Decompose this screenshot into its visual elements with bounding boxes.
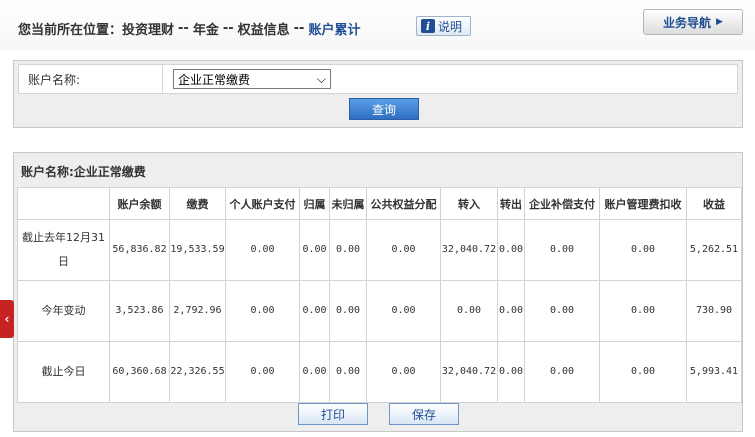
table-cell: 0.00: [366, 341, 441, 403]
column-header: 企业补偿支付: [524, 187, 600, 220]
breadcrumb-item-invest[interactable]: 投资理财: [122, 19, 174, 38]
business-nav-label: 业务导航: [663, 15, 712, 30]
column-header: 归属: [299, 187, 330, 220]
column-header: 账户管理费扣收: [599, 187, 687, 220]
account-label: 账户名称:: [19, 65, 163, 93]
table-cell: 0.00: [599, 219, 687, 281]
top-bar: 您当前所在位置： 投资理财 -- 年金 -- 权益信息 -- 账户累计 i 说明…: [0, 0, 755, 50]
account-select-value: 企业正常缴费: [178, 72, 251, 87]
table-cell: 0.00: [329, 341, 367, 403]
table-cell: 0.00: [299, 280, 330, 342]
table-cell: 0.00: [524, 219, 600, 281]
column-header: 账户余额: [109, 187, 170, 220]
column-header: [17, 187, 110, 220]
result-panel: 账户名称:企业正常缴费 账户余额 缴费 个人账户支付 归属 未归属 公共权益分配…: [13, 152, 743, 432]
column-header: 转入: [440, 187, 498, 220]
table-cell: 0.00: [497, 341, 525, 403]
action-bar: 打印 保存: [14, 403, 742, 427]
row-label: 截止去年12月31日: [17, 219, 110, 281]
table-cell: 32,040.72: [440, 219, 498, 281]
table-cell: 0.00: [524, 341, 600, 403]
table-cell: 0.00: [299, 219, 330, 281]
row-label: 截止今日: [17, 341, 110, 403]
table-cell: 5,262.51: [686, 219, 742, 281]
print-button[interactable]: 打印: [298, 403, 368, 425]
breadcrumb-separator: --: [222, 20, 234, 36]
row-label: 今年变动: [17, 280, 110, 342]
query-form-panel: 账户名称: 企业正常缴费 ⌵ 查询: [13, 60, 743, 128]
table-header-row: 账户余额 缴费 个人账户支付 归属 未归属 公共权益分配 转入 转出 企业补偿支…: [17, 187, 742, 220]
breadcrumb-separator: --: [178, 20, 189, 36]
table-cell: 730.90: [686, 280, 742, 342]
table-cell: 0.00: [329, 280, 367, 342]
side-collapse-tab[interactable]: ‹: [0, 300, 14, 338]
table-cell: 2,792.96: [169, 280, 226, 342]
table-row: 今年变动 3,523.86 2,792.96 0.00 0.00 0.00 0.…: [17, 280, 742, 342]
table-cell: 0.00: [366, 219, 441, 281]
table-cell: 19,533.59: [169, 219, 226, 281]
result-title: 账户名称:企业正常缴费: [21, 165, 146, 179]
caret-right-icon: ▶: [716, 17, 723, 27]
table-cell: 32,040.72: [440, 341, 498, 403]
breadcrumb-item-current: 账户累计: [308, 22, 361, 38]
table-cell: 0.00: [225, 219, 300, 281]
info-icon: i: [421, 19, 435, 33]
breadcrumb-item-annuity[interactable]: 年金: [193, 19, 219, 38]
table-cell: 3,523.86: [109, 280, 170, 342]
column-header: 个人账户支付: [225, 187, 300, 220]
table-cell: 60,360.68: [109, 341, 170, 403]
table-cell: 0.00: [599, 280, 687, 342]
column-header: 未归属: [329, 187, 367, 220]
breadcrumb-item-equity[interactable]: 权益信息: [238, 19, 290, 38]
column-header: 缴费: [169, 187, 226, 220]
table-cell: 0.00: [497, 219, 525, 281]
help-label: 说明: [438, 19, 463, 34]
table-row: 截止今日 60,360.68 22,326.55 0.00 0.00 0.00 …: [17, 341, 742, 403]
table-row: 截止去年12月31日 56,836.82 19,533.59 0.00 0.00…: [17, 219, 742, 281]
table-cell: 0.00: [225, 280, 300, 342]
table-cell: 5,993.41: [686, 341, 742, 403]
table-cell: 0.00: [440, 280, 498, 342]
chevron-left-icon: ‹: [4, 312, 10, 326]
table-cell: 0.00: [225, 341, 300, 403]
save-button[interactable]: 保存: [389, 403, 459, 425]
breadcrumb-separator: --: [293, 20, 305, 36]
column-header: 公共权益分配: [366, 187, 441, 220]
table-cell: 56,836.82: [109, 219, 170, 281]
table-cell: 0.00: [497, 280, 525, 342]
column-header: 收益: [686, 187, 742, 220]
table-cell: 0.00: [366, 280, 441, 342]
table-cell: 0.00: [329, 219, 367, 281]
breadcrumb: 您当前所在位置： 投资理财 -- 年金 -- 权益信息 -- 账户累计: [18, 19, 361, 38]
chevron-down-icon: ⌵: [316, 71, 326, 86]
business-nav-button[interactable]: 业务导航 ▶: [643, 9, 743, 35]
table-cell: 0.00: [299, 341, 330, 403]
breadcrumb-prefix: 您当前所在位置：: [18, 22, 123, 38]
table-cell: 22,326.55: [169, 341, 226, 403]
account-row: 账户名称: 企业正常缴费 ⌵: [18, 64, 738, 94]
help-button[interactable]: i 说明: [416, 16, 471, 36]
table-cell: 0.00: [524, 280, 600, 342]
account-control: 企业正常缴费 ⌵: [163, 65, 737, 93]
column-header: 转出: [497, 187, 525, 220]
account-select[interactable]: 企业正常缴费 ⌵: [173, 69, 331, 89]
account-summary-table: 账户余额 缴费 个人账户支付 归属 未归属 公共权益分配 转入 转出 企业补偿支…: [17, 187, 742, 403]
table-cell: 0.00: [599, 341, 687, 403]
query-button[interactable]: 查询: [349, 98, 419, 120]
